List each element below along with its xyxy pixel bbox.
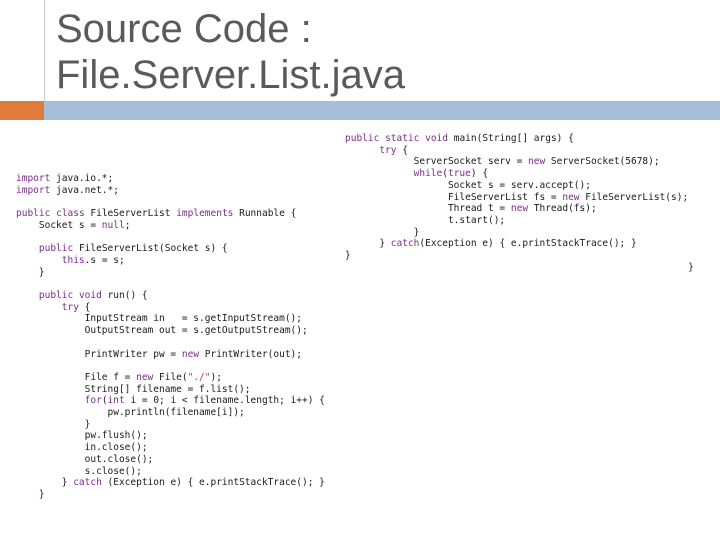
code-line: try { (379, 144, 408, 156)
code-line: Thread t = new Thread(fs); (345, 203, 597, 215)
code-line: PrintWriter pw = new PrintWriter(out); (16, 348, 302, 360)
code-line: } (345, 261, 694, 273)
code-line: import java.io.*; (16, 173, 114, 184)
code-line: this.s = s; (61, 254, 125, 266)
code-line: } (16, 266, 45, 278)
code-line: } catch (Exception e) { e.printStackTrac… (16, 477, 325, 489)
code-line: ServerSocket serv = new ServerSocket(567… (345, 156, 660, 168)
code-line: in.close(); (16, 442, 148, 454)
code-line: pw.flush(); (16, 430, 148, 442)
code-line: try { (61, 301, 91, 313)
code-line: s.close(); (16, 465, 142, 477)
code-line: String[] filename = f.list(); (16, 383, 251, 395)
code-block-main-method: public static void main(String[] args) {… (345, 133, 694, 273)
code-line: File f = new File("./"); (16, 371, 222, 383)
code-line: while(true) { (413, 168, 489, 180)
code-line: for(int i = 0; i < filename.length; i++)… (84, 395, 325, 407)
code-line: public void run() { (38, 290, 148, 302)
code-line: public static void main(String[] args) { (345, 133, 574, 144)
code-line: import java.net.*; (16, 184, 119, 196)
code-line: public FileServerList(Socket s) { (38, 243, 228, 255)
slide-title: Source Code : File.Server.List.java (56, 7, 406, 97)
code-line: } (345, 226, 420, 238)
code-line: out.close(); (16, 453, 154, 465)
code-line: pw.println(filename[i]); (16, 407, 245, 419)
code-line: Socket s = null; (16, 219, 131, 231)
code-line: } (16, 488, 45, 500)
code-line: public class FileServerList implements R… (16, 208, 297, 220)
code-line: FileServerList fs = new FileServerList(s… (345, 191, 689, 203)
code-block-fileserverlist-class: import java.io.*; import java.net.*; pub… (16, 173, 325, 501)
code-line: OutputStream out = s.getOutputStream(); (16, 325, 308, 337)
code-line: t.start(); (345, 214, 506, 226)
title-accent-blue (44, 101, 720, 120)
code-line: InputStream in = s.getInputStream(); (16, 313, 302, 325)
title-accent-orange (0, 101, 44, 120)
code-line: } catch(Exception e) { e.printStackTrace… (345, 238, 637, 250)
code-line: } (16, 418, 91, 430)
code-line: } (345, 250, 351, 262)
code-line: Socket s = serv.accept(); (345, 179, 591, 191)
